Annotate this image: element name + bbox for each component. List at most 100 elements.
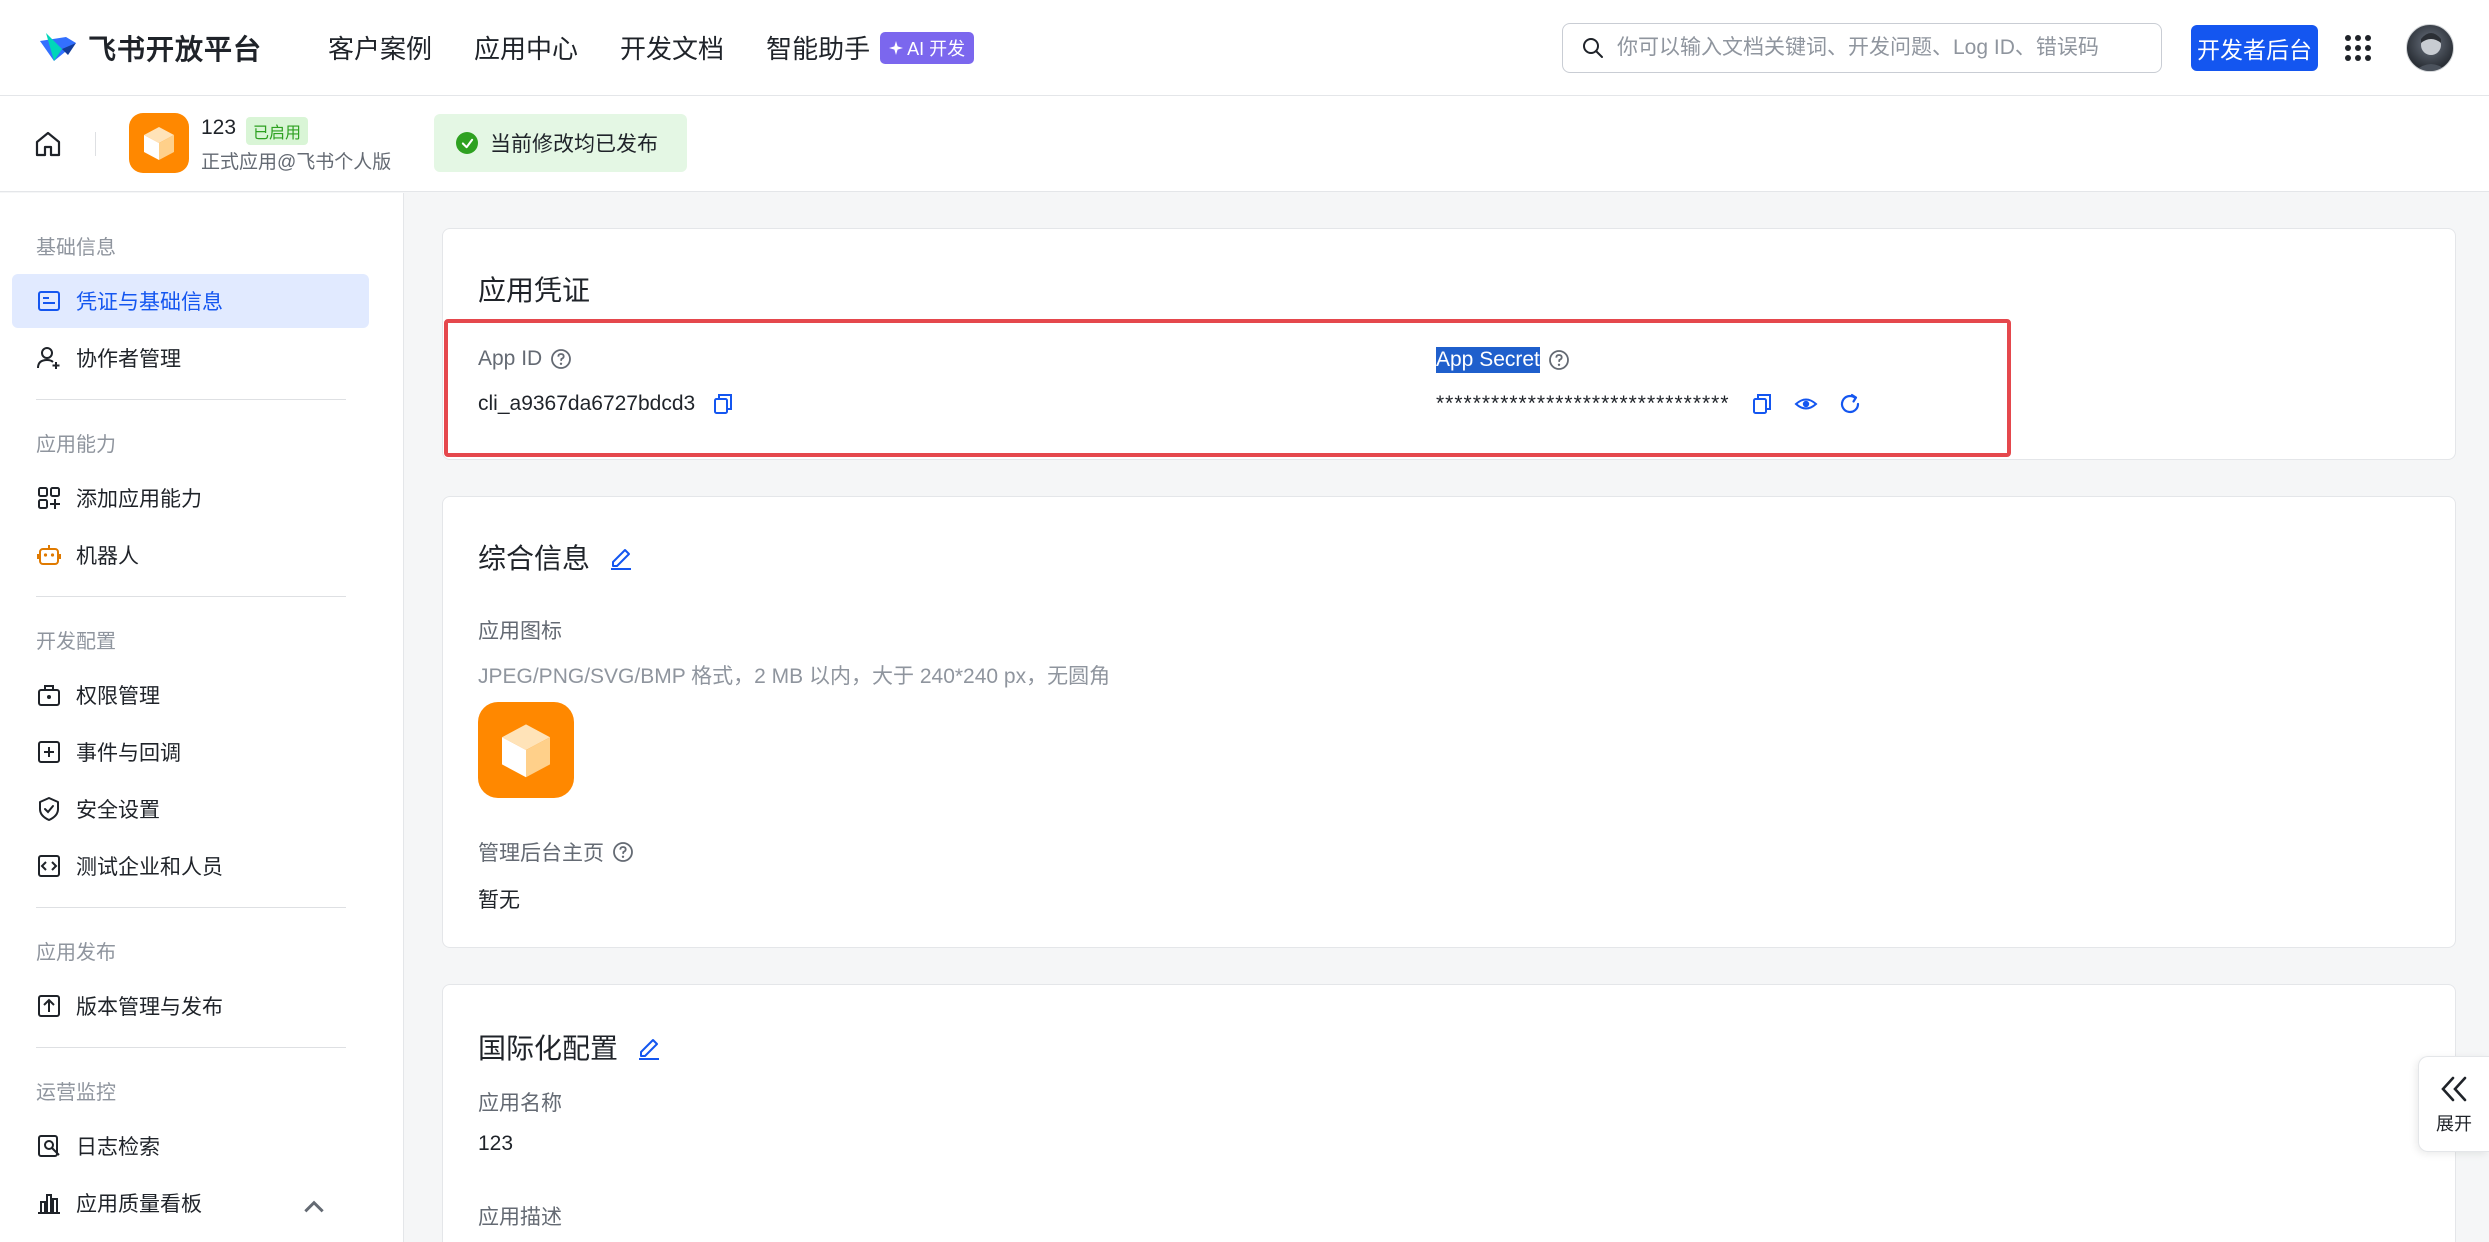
app-icon-hint: JPEG/PNG/SVG/BMP 格式，2 MB 以内，大于 240*240 p…: [478, 665, 1111, 688]
general-card-title: 综合信息: [478, 537, 634, 577]
sidebar-item-security[interactable]: 安全设置: [12, 782, 369, 836]
i18n-card: 国际化配置 应用名称 123 应用描述: [442, 984, 2456, 1242]
code-box-icon: [38, 855, 60, 877]
sidebar-item-permissions[interactable]: 权限管理: [12, 668, 369, 722]
divider: [36, 399, 346, 400]
double-chevron-left-icon: [2441, 1076, 2467, 1102]
app-id-value: cli_a9367da6727bdcd3: [478, 392, 696, 415]
app-icon-label: 应用图标: [478, 620, 562, 643]
refresh-icon[interactable]: [1838, 392, 1862, 416]
expand-panel-button[interactable]: 展开: [2418, 1056, 2489, 1152]
user-avatar[interactable]: [2406, 24, 2454, 72]
sidebar-item-add-capability[interactable]: 添加应用能力: [12, 471, 369, 525]
credentials-card-title: 应用凭证: [478, 275, 591, 306]
app-secret-value-row: ********************************: [1436, 392, 1862, 416]
sidebar-item-test-org[interactable]: 测试企业和人员: [12, 839, 369, 893]
top-nav: 飞书开放平台 客户案例 应用中心 开发文档 智能助手 AI 开发 开发者后台: [0, 0, 2489, 96]
robot-icon: [37, 545, 61, 565]
app-icon: [129, 113, 189, 173]
app-name-value: 123: [478, 1132, 514, 1155]
edit-icon[interactable]: [636, 1034, 662, 1060]
divider: [95, 132, 96, 156]
status-badge: 已启用: [246, 117, 309, 145]
ai-dev-badge[interactable]: AI 开发: [880, 31, 975, 64]
publish-status: 当前修改均已发布: [434, 114, 687, 172]
nav-smart-assistant[interactable]: 智能助手: [766, 29, 870, 66]
user-add-icon: [37, 347, 60, 369]
admin-home-value: 暂无: [478, 889, 520, 912]
divider: [36, 596, 346, 597]
help-icon[interactable]: [612, 841, 634, 863]
check-circle-icon: [456, 132, 478, 154]
sidebar-group-dev: 开发配置: [36, 631, 116, 653]
sidebar-group-release: 应用发布: [36, 942, 116, 964]
credentials-card: 应用凭证 App ID cli_a9367da6727bdcd3 App Sec…: [442, 228, 2456, 460]
publish-status-text: 当前修改均已发布: [490, 133, 658, 156]
help-icon[interactable]: [1548, 349, 1570, 371]
nav-customer-cases[interactable]: 客户案例: [328, 29, 432, 66]
app-id-value-row: cli_a9367da6727bdcd3: [478, 392, 735, 416]
sidebar-item-collaborators[interactable]: 协作者管理: [12, 331, 369, 385]
upload-box-icon: [38, 995, 60, 1017]
nav-dev-docs[interactable]: 开发文档: [620, 29, 724, 66]
sidebar-item-quality[interactable]: 应用质量看板: [12, 1176, 369, 1230]
general-card-title-text: 综合信息: [478, 543, 591, 574]
sparkle-icon: [889, 40, 904, 55]
sidebar-item-label: 版本管理与发布: [76, 996, 223, 1019]
log-search-icon: [38, 1135, 60, 1157]
app-desc-label: 应用描述: [478, 1206, 562, 1229]
main-nav: 客户案例 应用中心 开发文档 智能助手 AI 开发: [328, 29, 975, 66]
home-icon[interactable]: [34, 130, 62, 158]
app-secret-value: ********************************: [1436, 392, 1730, 415]
sidebar-item-label: 机器人: [76, 545, 139, 568]
copy-icon[interactable]: [711, 392, 735, 416]
dev-console-button[interactable]: 开发者后台: [2191, 25, 2318, 71]
shield-check-icon: [39, 797, 59, 821]
app-id-label-text: App ID: [478, 347, 543, 370]
app-id-label: App ID: [478, 347, 572, 371]
eye-icon[interactable]: [1794, 392, 1818, 416]
sidebar-item-label: 测试企业和人员: [76, 856, 223, 879]
sidebar-item-label: 安全设置: [76, 799, 160, 822]
general-card: 综合信息 应用图标 JPEG/PNG/SVG/BMP 格式，2 MB 以内，大于…: [442, 496, 2456, 948]
bar-chart-icon: [38, 1194, 60, 1214]
search-icon: [1583, 38, 1603, 58]
brand-logo[interactable]: 飞书开放平台: [38, 28, 262, 68]
sidebar-item-credentials[interactable]: 凭证与基础信息: [12, 274, 369, 328]
app-secret-label: App Secret: [1436, 347, 1570, 373]
search-box[interactable]: [1562, 23, 2162, 73]
copy-icon[interactable]: [1750, 392, 1774, 416]
help-icon[interactable]: [550, 348, 572, 370]
edit-icon[interactable]: [608, 544, 634, 570]
sidebar-item-label: 权限管理: [76, 685, 160, 708]
sidebar-item-versions[interactable]: 版本管理与发布: [12, 979, 369, 1033]
feishu-logo-icon: [40, 32, 76, 61]
sidebar-item-label: 协作者管理: [76, 348, 181, 371]
sidebar-group-basic: 基础信息: [36, 237, 116, 259]
admin-home-label-text: 管理后台主页: [478, 842, 604, 865]
sidebar-item-label: 凭证与基础信息: [76, 291, 223, 314]
chevron-up-icon[interactable]: [301, 1194, 327, 1220]
app-icon-upload[interactable]: [478, 702, 574, 798]
app-name-label: 应用名称: [478, 1092, 562, 1115]
nav-app-center[interactable]: 应用中心: [474, 29, 578, 66]
divider: [36, 1047, 346, 1048]
sidebar-item-bot[interactable]: 机器人: [12, 528, 369, 582]
sidebar-item-label: 日志检索: [76, 1136, 160, 1159]
apps-add-icon: [38, 487, 60, 509]
expand-label: 展开: [2436, 1114, 2472, 1134]
ai-badge-label: AI 开发: [907, 38, 966, 59]
sidebar-group-capability: 应用能力: [36, 434, 116, 456]
admin-home-label: 管理后台主页: [478, 837, 634, 867]
sidebar-item-label: 事件与回调: [76, 742, 181, 765]
sidebar-item-events[interactable]: 事件与回调: [12, 725, 369, 779]
avatar-icon: [2415, 33, 2447, 71]
app-secret-label-text: App Secret: [1436, 347, 1540, 373]
id-card-icon: [38, 291, 60, 311]
app-grid-icon[interactable]: [2344, 34, 2372, 62]
cube-icon: [502, 724, 550, 778]
sidebar-item-logs[interactable]: 日志检索: [12, 1119, 369, 1173]
sidebar-item-label: 添加应用能力: [76, 488, 202, 511]
search-input[interactable]: [1617, 36, 2137, 60]
app-header: 123 已启用 正式应用@飞书个人版 当前修改均已发布: [0, 96, 2489, 192]
